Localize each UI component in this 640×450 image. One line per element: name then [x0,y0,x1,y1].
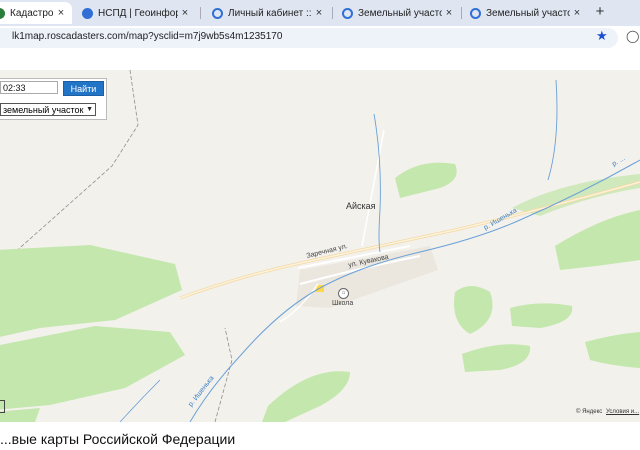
terms-link[interactable]: Условия и... [606,409,639,415]
close-icon[interactable]: × [312,7,326,19]
river-stream [547,79,558,181]
globe-icon [212,7,223,19]
forest-area [585,332,640,368]
forest-area [462,344,531,372]
forest-area [262,371,350,422]
tab-land-plot-1[interactable]: Земельный участок, площ... × [334,2,460,24]
site-icon [82,7,93,19]
address-bar: lk1map.roscadasters.com/map?ysclid=m7j9w… [0,26,640,50]
tab-nspd[interactable]: НСПД | Геоинформационн... × [74,2,196,24]
chevron-down-icon: ▼ [86,106,93,113]
forest-area [0,245,182,337]
tab-personal-account[interactable]: Личный кабинет :: Избранн... × [204,2,330,24]
cadastral-number-input[interactable] [0,81,58,94]
map-canvas[interactable]: Айская Заречная ул. ул. Кувакова р. Ишен… [0,70,640,422]
object-type-value: земельный участок [3,104,84,115]
forest-area [0,326,185,410]
find-button[interactable]: Найти [63,81,104,96]
map-attribution: © Яндекс [576,409,603,415]
site-icon [0,7,5,19]
forest-area [0,408,40,422]
url-text[interactable]: lk1map.roscadasters.com/map?ysclid=m7j9w… [12,31,282,42]
tab-separator [200,7,201,19]
tab-land-plot-2[interactable]: Земельный участок, площ... × [462,2,588,24]
close-icon[interactable]: × [54,7,68,19]
poi-label-school[interactable]: Школа [332,300,353,307]
bookmark-star-icon[interactable]: ★ [596,28,608,44]
village-label: Айская [346,201,376,211]
forest-area [555,210,640,270]
close-icon[interactable]: × [178,7,192,19]
school-icon[interactable]: ⌂ [338,288,349,299]
object-type-select[interactable]: земельный участок ▼ [0,103,96,116]
profile-icon[interactable]: ◯ [626,29,639,43]
close-icon[interactable]: × [442,7,456,19]
river-stream [373,113,381,253]
forest-area [395,162,457,198]
tab-separator [332,7,333,19]
globe-icon [470,7,481,19]
tab-cadastral-map[interactable]: Кадастровая карта × [0,2,72,24]
forest-area [510,303,573,328]
tab-bar: Кадастровая карта × НСПД | Геоинформацио… [0,0,640,26]
page-title: ...вые карты Российской Федерации [0,431,236,447]
forest-area [454,286,493,334]
map-control-mark[interactable] [0,400,5,413]
url-field[interactable]: lk1map.roscadasters.com/map?ysclid=m7j9w… [0,28,618,48]
search-panel: Найти земельный участок ▼ [0,78,107,120]
globe-icon [342,7,353,19]
page-footer: ...вые карты Российской Федерации [0,422,640,450]
map-graphics [0,70,640,422]
site-header-strip [0,50,640,71]
close-icon[interactable]: × [570,7,584,19]
new-tab-button[interactable]: + [592,4,608,20]
